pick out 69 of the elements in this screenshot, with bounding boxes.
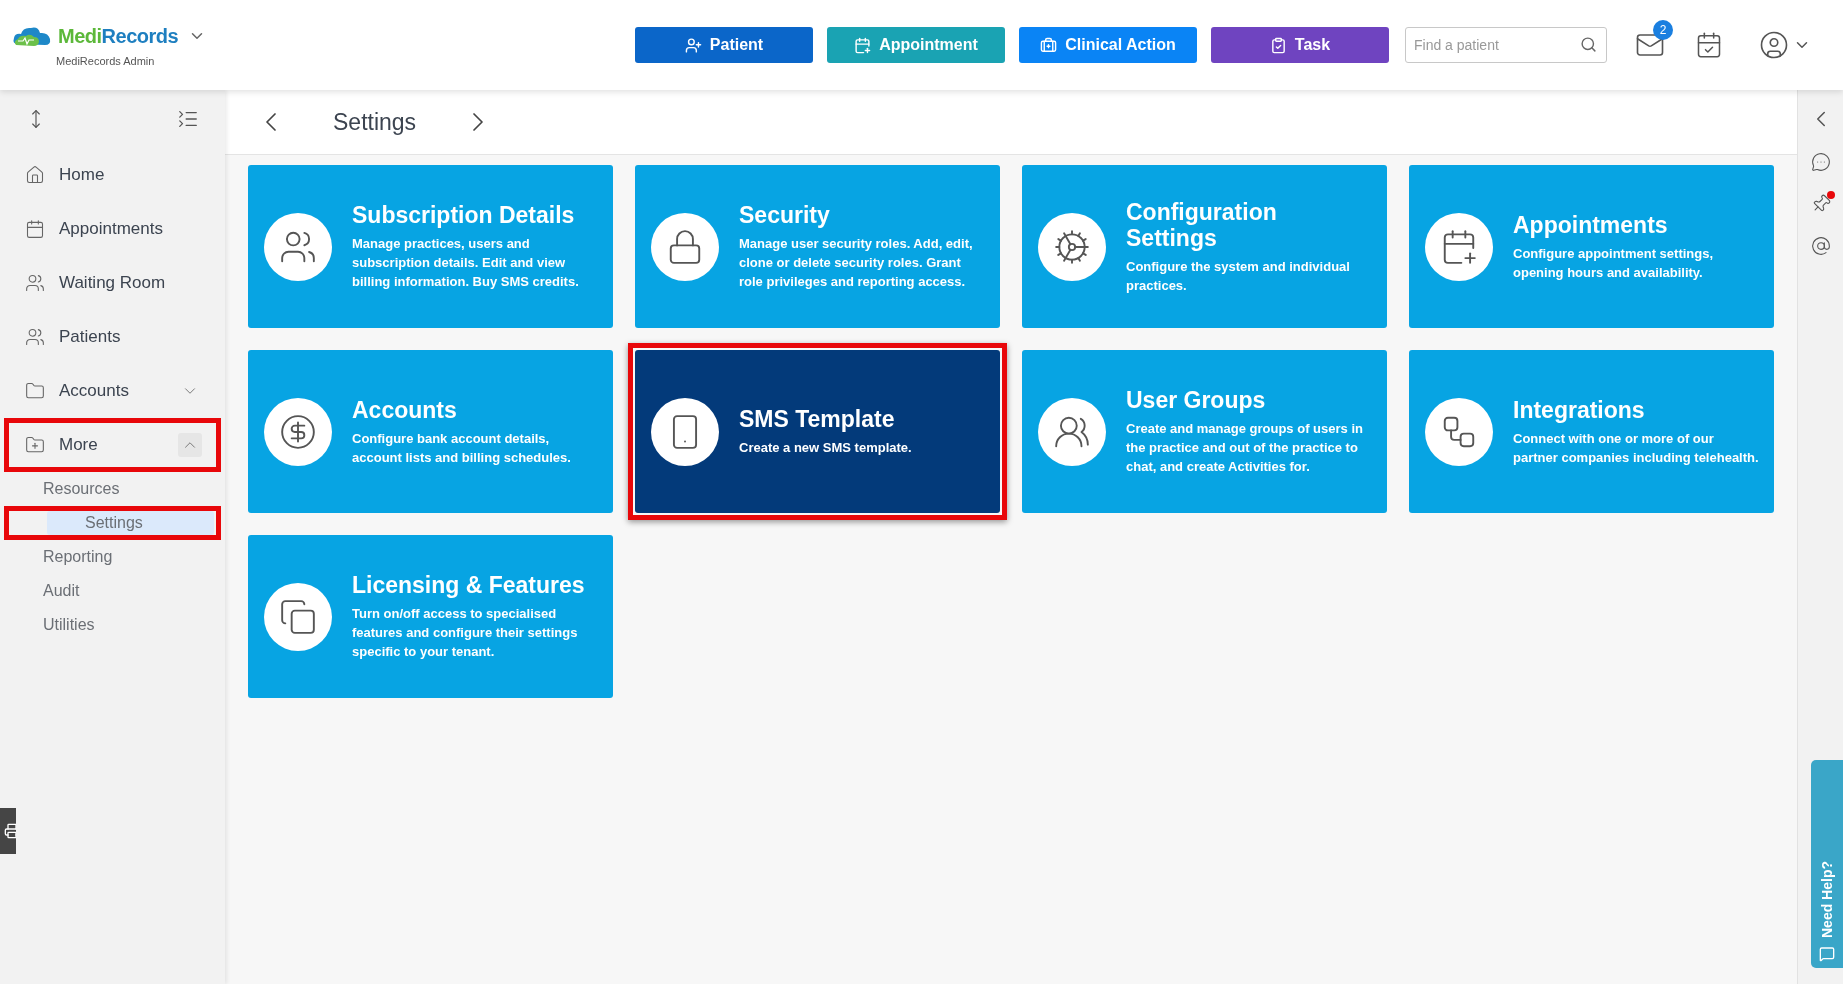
card-description: Connect with one or more of our partner companies including telehealth. bbox=[1513, 429, 1760, 467]
sidebar-item[interactable]: Appointments bbox=[9, 207, 216, 251]
card-title: Licensing & Features bbox=[352, 572, 586, 598]
card-description: Manage user security roles. Add, edit, clone or delete security roles. Grant role privileges and reporting access. bbox=[739, 235, 974, 291]
collapse-sidebar-icon[interactable] bbox=[177, 108, 199, 130]
calendar-plus-icon bbox=[854, 36, 872, 54]
need-help-tab[interactable]: Need Help? bbox=[1811, 760, 1843, 968]
submenu-item[interactable]: Audit bbox=[5, 579, 216, 603]
user-plus-icon bbox=[684, 36, 702, 54]
card-title: Security bbox=[739, 202, 831, 228]
people-icon bbox=[25, 327, 45, 347]
card-title: Configuration Settings bbox=[1126, 198, 1278, 251]
settings-card[interactable]: User Groups Create and manage groups of users in the practice and out of the practice to chat, and create Activities for. bbox=[1022, 350, 1387, 513]
brand-name: MediRecords bbox=[58, 23, 179, 49]
patient-search-field[interactable]: Find a patient bbox=[1405, 27, 1607, 63]
page-title: Settings bbox=[333, 107, 417, 137]
header-action-button[interactable]: Appointment bbox=[827, 27, 1005, 63]
search-icon bbox=[1580, 36, 1597, 53]
unread-count-badge: 2 bbox=[1653, 20, 1673, 40]
message-icon bbox=[1819, 946, 1835, 962]
folder-icon bbox=[25, 381, 45, 401]
sidebar-item[interactable]: Waiting Room bbox=[9, 261, 216, 305]
card-description: Turn on/off access to specialised features and configure their settings specific to your tenant. bbox=[352, 605, 579, 661]
home-icon bbox=[25, 165, 45, 185]
printer-icon bbox=[4, 823, 16, 839]
settings-card[interactable]: Integrations Connect with one or more of our partner companies including telehealth. bbox=[1409, 350, 1774, 513]
settings-card[interactable]: SMS Template Create a new SMS template. bbox=[635, 350, 1000, 513]
settings-card[interactable]: Subscription Details Manage practices, users and subscription details. Edit and view billing information. Buy SMS credits. bbox=[248, 165, 613, 328]
header-action-button[interactable]: Clinical Action bbox=[1019, 27, 1197, 63]
chat-icon[interactable] bbox=[1810, 152, 1831, 172]
card-title: Appointments bbox=[1513, 211, 1669, 238]
header-action-button[interactable]: Patient bbox=[635, 27, 813, 63]
mention-icon[interactable] bbox=[1810, 236, 1831, 256]
card-title: Subscription Details bbox=[352, 202, 576, 228]
sidebar-item[interactable]: Home bbox=[9, 153, 216, 197]
sidebar-item[interactable]: Accounts bbox=[9, 369, 216, 413]
stacked-squares-icon bbox=[279, 597, 317, 636]
submenu-item[interactable]: Utilities bbox=[5, 613, 216, 637]
settings-card[interactable]: Configuration Settings Configure the system and individual practices. bbox=[1022, 165, 1387, 328]
submenu-item[interactable]: Settings bbox=[47, 511, 214, 535]
settings-card[interactable]: Licensing & Features Turn on/off access to specialised features and configure their settings specific to your tenant. bbox=[248, 535, 613, 698]
card-title: SMS Template bbox=[739, 406, 896, 432]
submenu-item[interactable]: Reporting bbox=[5, 545, 216, 569]
card-title: User Groups bbox=[1126, 387, 1267, 413]
gears-icon bbox=[1053, 227, 1091, 266]
sidebar-item[interactable]: Patients bbox=[9, 315, 216, 359]
card-description: Manage practices, users and subscription details. Edit and view billing information. Buy SMS credits. bbox=[352, 235, 580, 291]
card-title: Accounts bbox=[352, 396, 458, 423]
calendar-check-icon[interactable] bbox=[1695, 31, 1723, 59]
clipboard-check-icon bbox=[1269, 36, 1287, 54]
card-description: Configure bank account details, account lists and billing schedules. bbox=[352, 429, 572, 467]
medical-case-icon bbox=[1040, 36, 1058, 54]
printer-tab[interactable] bbox=[0, 808, 16, 854]
header-action-button[interactable]: Task bbox=[1211, 27, 1389, 63]
card-description: Configure appointment settings, opening hours and availability. bbox=[1513, 244, 1715, 282]
people-icon bbox=[25, 273, 45, 293]
brand-subtitle: MediRecords Admin bbox=[56, 53, 156, 69]
settings-card[interactable]: Appointments Configure appointment settings, opening hours and availability. bbox=[1409, 165, 1774, 328]
folder-plus-icon bbox=[25, 435, 45, 455]
calendar-icon bbox=[25, 219, 45, 239]
user-avatar-icon[interactable] bbox=[1759, 30, 1789, 60]
dollar-icon bbox=[279, 412, 317, 451]
card-description: Create a new SMS template. bbox=[739, 439, 912, 457]
settings-card[interactable]: Security Manage user security roles. Add, edit, clone or delete security roles. Grant role privileges and reporting access. bbox=[635, 165, 1000, 328]
card-title: Integrations bbox=[1513, 396, 1646, 423]
submenu-item[interactable]: Resources bbox=[5, 477, 216, 501]
card-description: Create and manage groups of users in the practice and out of the practice to chat, and create Activities for. bbox=[1126, 420, 1364, 476]
settings-card[interactable]: Accounts Configure bank account details, account lists and billing schedules. bbox=[248, 350, 613, 513]
card-description: Configure the system and individual practices. bbox=[1126, 257, 1351, 295]
